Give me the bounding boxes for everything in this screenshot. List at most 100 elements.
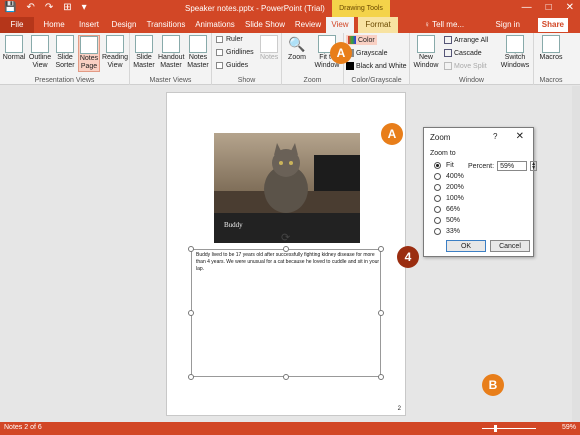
slide-sorter-button[interactable]: Slide Sorter: [54, 35, 76, 70]
color-button[interactable]: Color: [346, 35, 377, 45]
save-icon[interactable]: 💾: [4, 2, 16, 13]
outline-view-button[interactable]: Outline View: [28, 35, 52, 70]
vertical-scrollbar[interactable]: [572, 86, 580, 422]
resize-handle[interactable]: [188, 310, 194, 316]
minimize-button[interactable]: —: [522, 2, 532, 13]
zoom-slider-thumb[interactable]: [494, 425, 497, 432]
zoom-button[interactable]: 🔍 Zoom: [284, 35, 310, 62]
group-color-grayscale: Color Grayscale Black and White Color/Gr…: [344, 33, 410, 85]
macros-button[interactable]: Macros: [536, 35, 566, 62]
gridlines-checkbox[interactable]: Gridlines: [216, 49, 254, 56]
zoom-option-66[interactable]: 66%: [434, 206, 460, 213]
resize-handle[interactable]: [378, 246, 384, 252]
resize-handle[interactable]: [283, 374, 289, 380]
group-presentation-views: Normal Outline View Slide Sorter Notes P…: [0, 33, 130, 85]
tell-me-box[interactable]: ♀ Tell me...: [424, 17, 464, 33]
zoom-dialog: Zoom ? ✕ Zoom to Fit 400% 200% 100% 66% …: [423, 127, 538, 257]
handout-master-button[interactable]: Handout Master: [158, 35, 184, 70]
notes-toggle-button[interactable]: Notes: [260, 35, 278, 62]
normal-view-label: Normal: [2, 54, 26, 61]
ok-button[interactable]: OK: [446, 240, 486, 252]
resize-handle[interactable]: [188, 374, 194, 380]
tab-format[interactable]: Format: [358, 17, 398, 33]
zoom-option-50[interactable]: 50%: [434, 217, 460, 224]
rotate-handle-icon[interactable]: ⟳: [281, 231, 290, 244]
new-window-button[interactable]: New Window: [412, 35, 440, 70]
dialog-close-icon[interactable]: ✕: [516, 131, 524, 142]
tab-file[interactable]: File: [0, 17, 34, 33]
sign-in-link[interactable]: Sign in: [496, 17, 520, 33]
notes-placeholder[interactable]: Buddy lived to be 17 years old after suc…: [191, 249, 381, 377]
callout-a-zoom: A: [330, 42, 352, 64]
cancel-button[interactable]: Cancel: [490, 240, 530, 252]
guides-checkbox[interactable]: Guides: [216, 62, 248, 69]
zoom-option-100[interactable]: 100%: [434, 195, 464, 202]
radio-icon: [434, 184, 441, 191]
arrange-all-label: Arrange All: [454, 36, 489, 44]
tab-home[interactable]: Home: [38, 17, 70, 33]
zoom-slider-track[interactable]: [482, 428, 536, 429]
new-window-label: New Window: [413, 54, 439, 69]
tab-design[interactable]: Design: [106, 17, 142, 33]
resize-handle[interactable]: [378, 310, 384, 316]
window-title: Speaker notes.pptx - PowerPoint (Trial): [185, 4, 325, 13]
start-from-beginning-icon[interactable]: ⊞: [63, 2, 71, 13]
ruler-checkbox[interactable]: Ruler: [216, 36, 243, 43]
status-bar: Notes 2 of 6 59%: [0, 422, 580, 435]
move-split-button[interactable]: Move Split: [444, 62, 487, 70]
zoom-level[interactable]: 59%: [562, 424, 576, 431]
slide-master-button[interactable]: Slide Master: [132, 35, 156, 70]
tab-animations[interactable]: Animations: [190, 17, 240, 33]
zoom-option-400[interactable]: 400%: [434, 173, 464, 180]
notes-text[interactable]: Buddy lived to be 17 years old after suc…: [196, 252, 384, 273]
tab-view[interactable]: View: [326, 17, 354, 33]
zoom-option-200[interactable]: 200%: [434, 184, 464, 191]
redo-icon[interactable]: ↷: [45, 2, 53, 13]
zoom-option-fit[interactable]: Fit: [434, 162, 454, 169]
slide-master-icon: [135, 35, 153, 53]
maximize-button[interactable]: □: [546, 2, 552, 13]
notes-master-button[interactable]: Notes Master: [186, 35, 210, 70]
outline-view-icon: [31, 35, 49, 53]
tab-transitions[interactable]: Transitions: [142, 17, 190, 33]
tab-slideshow[interactable]: Slide Show: [240, 17, 290, 33]
group-label: Macros: [539, 77, 563, 84]
black-and-white-button[interactable]: Black and White: [346, 62, 407, 70]
page-number: 2: [397, 406, 401, 412]
tab-insert[interactable]: Insert: [72, 17, 106, 33]
resize-handle[interactable]: [188, 246, 194, 252]
ruler-label: Ruler: [226, 36, 243, 43]
help-icon[interactable]: ?: [493, 132, 497, 141]
reading-view-button[interactable]: Reading View: [102, 35, 128, 70]
arrange-all-button[interactable]: Arrange All: [444, 36, 488, 44]
switch-windows-button[interactable]: Switch Windows: [498, 35, 532, 70]
undo-icon[interactable]: ↶: [26, 2, 34, 13]
notes-page-button[interactable]: Notes Page: [78, 35, 100, 72]
dialog-title: Zoom: [430, 133, 451, 142]
option-label: 33%: [446, 228, 461, 235]
slide-master-label: Slide Master: [133, 54, 155, 69]
slide-sorter-icon: [56, 35, 74, 53]
close-button[interactable]: ✕: [566, 2, 574, 13]
checkbox-icon: [216, 49, 223, 56]
move-split-label: Move Split: [454, 62, 487, 70]
resize-handle[interactable]: [283, 246, 289, 252]
share-button[interactable]: Share: [537, 18, 568, 32]
customize-qat-icon[interactable]: ▾: [82, 2, 87, 13]
percent-spinner[interactable]: ▲ ▼: [530, 161, 538, 171]
outline-view-label: Outline View: [28, 54, 52, 69]
notes-master-label: Notes Master: [187, 54, 209, 69]
slide-thumbnail[interactable]: Buddy: [214, 133, 360, 243]
radio-icon: [434, 173, 441, 180]
percent-input[interactable]: 59%: [497, 161, 528, 171]
normal-view-button[interactable]: Normal: [2, 35, 26, 62]
resize-handle[interactable]: [378, 374, 384, 380]
grayscale-button[interactable]: Grayscale: [346, 49, 388, 57]
option-label: 200%: [446, 184, 464, 191]
tab-review[interactable]: Review: [290, 17, 326, 33]
zoom-option-33[interactable]: 33%: [434, 228, 460, 235]
cascade-button[interactable]: Cascade: [444, 49, 482, 57]
radio-icon: [434, 228, 441, 235]
gridlines-label: Gridlines: [226, 49, 254, 56]
checkbox-icon: [216, 62, 223, 69]
